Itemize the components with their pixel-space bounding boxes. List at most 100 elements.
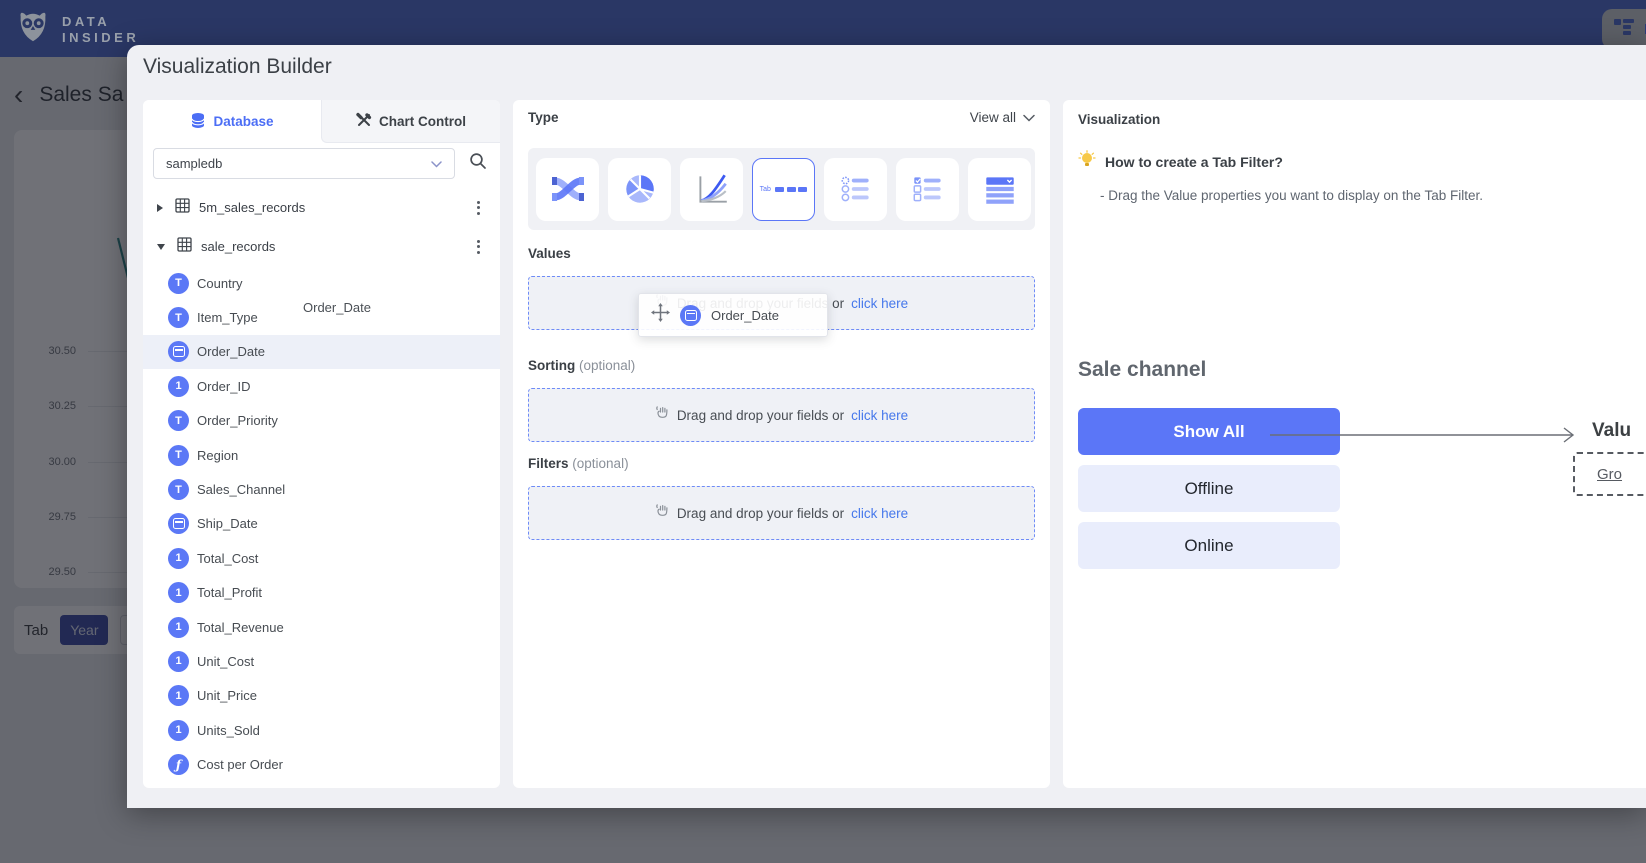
chart-type-pie[interactable] <box>608 158 671 221</box>
kebab-menu-icon[interactable] <box>477 240 480 254</box>
field-row[interactable]: Ship_Date <box>143 507 500 541</box>
radio-list-icon <box>837 170 875 208</box>
sorting-dropzone[interactable]: Drag and drop your fields or click here <box>528 388 1035 442</box>
date-field-icon <box>168 513 189 534</box>
field-label: Unit_Cost <box>197 654 254 669</box>
channel-button-offline[interactable]: Offline <box>1078 465 1340 512</box>
chart-type-sankey[interactable] <box>536 158 599 221</box>
field-label: Region <box>197 448 238 463</box>
number-field-icon: 1 <box>168 617 189 638</box>
field-row-highlighted[interactable]: Order_Date <box>143 335 500 369</box>
database-panel: Database Chart Control sampledb <box>143 100 500 788</box>
tip-body: - Drag the Value properties you want to … <box>1100 188 1483 203</box>
pie-icon <box>621 170 659 208</box>
field-row[interactable]: 1Total_Profit <box>143 576 500 610</box>
chart-type-tab-filter-selected[interactable]: Tab <box>752 158 815 221</box>
chevron-down-icon <box>431 156 442 171</box>
visualization-builder-modal: Visualization Builder Database <box>127 45 1646 808</box>
number-field-icon: 1 <box>168 685 189 706</box>
table-row-sale-records[interactable]: sale_records <box>143 227 500 266</box>
field-row[interactable]: 1 Units_Sold <box>143 713 500 747</box>
chart-type-radio-list[interactable] <box>824 158 887 221</box>
field-row[interactable]: 1Unit_Cost <box>143 644 500 678</box>
caret-down-icon[interactable] <box>157 244 165 250</box>
text-field-icon: T <box>168 273 189 294</box>
field-label: Order_ID <box>197 379 250 394</box>
view-all-button[interactable]: View all <box>970 110 1035 125</box>
drag-ghost-label: Order_Date <box>711 308 779 323</box>
chart-type-line[interactable] <box>680 158 743 221</box>
field-row[interactable]: T Sales_Channel <box>143 472 500 506</box>
values-section-label: Values <box>528 246 571 261</box>
chart-type-strip: Tab <box>528 148 1035 230</box>
drag-ghost-card[interactable]: Order_Date <box>638 293 828 337</box>
field-row[interactable]: 1Unit_Price <box>143 679 500 713</box>
field-row[interactable]: 1Total_Revenue <box>143 610 500 644</box>
table-icon <box>175 198 190 218</box>
drag-hand-icon <box>655 405 670 425</box>
field-row[interactable]: 1 Total_Cost <box>143 541 500 575</box>
visualization-header: Visualization <box>1078 112 1160 127</box>
owl-logo-icon <box>14 8 52 51</box>
field-tree: 5m_sales_records sale_records T Country T… <box>143 188 500 782</box>
tab-chart-control[interactable]: Chart Control <box>321 100 500 143</box>
text-field-icon: T <box>168 410 189 431</box>
filters-dropzone[interactable]: Drag and drop your fields or click here <box>528 486 1035 540</box>
annotation-group-link[interactable]: Gro <box>1597 466 1622 483</box>
dashboard-switcher-button[interactable]: D <box>1602 9 1646 49</box>
field-row[interactable]: TRegion <box>143 438 500 472</box>
date-field-icon <box>168 341 189 362</box>
table-label: sale_records <box>201 239 275 254</box>
field-label: Order_Priority <box>197 413 278 428</box>
tab-database-label: Database <box>213 114 273 129</box>
channel-button-online[interactable]: Online <box>1078 522 1340 569</box>
dashboard-grid-icon <box>1613 17 1635 42</box>
date-field-icon <box>680 305 701 326</box>
annotation-value-label: Valu <box>1592 420 1631 442</box>
chart-type-checkbox-list[interactable] <box>896 158 959 221</box>
field-row[interactable]: T Order_Priority <box>143 404 500 438</box>
move-icon <box>651 303 670 327</box>
dropzone-click-here-link[interactable]: click here <box>851 408 908 423</box>
text-field-icon: T <box>168 307 189 328</box>
table-chart-icon <box>981 170 1019 208</box>
modal-title: Visualization Builder <box>143 55 332 79</box>
tip-row: How to create a Tab Filter? <box>1078 150 1283 174</box>
search-icon[interactable] <box>469 152 487 175</box>
sankey-icon <box>549 171 587 207</box>
database-select[interactable]: sampledb <box>153 148 455 179</box>
caret-right-icon[interactable] <box>157 204 163 212</box>
drag-hand-icon <box>655 503 670 523</box>
kebab-menu-icon[interactable] <box>477 201 480 215</box>
field-label: Cost per Order <box>197 757 283 772</box>
dropzone-click-here-link[interactable]: click here <box>851 296 908 311</box>
field-label: Item_Type <box>197 310 258 325</box>
annotation-arrow <box>1268 423 1582 447</box>
tab-database[interactable]: Database <box>143 100 321 143</box>
dropzone-text: Drag and drop your fields or <box>677 506 844 521</box>
number-field-icon: 1 <box>168 548 189 569</box>
sorting-section-label: Sorting (optional) <box>528 358 635 373</box>
field-row[interactable]: ƒ Cost per Order <box>143 747 500 781</box>
tab-chart-control-label: Chart Control <box>379 114 466 129</box>
type-section-label: Type <box>528 110 559 125</box>
chart-type-table[interactable] <box>968 158 1031 221</box>
number-field-icon: 1 <box>168 720 189 741</box>
left-tab-bar: Database Chart Control <box>143 100 500 143</box>
text-field-icon: T <box>168 479 189 500</box>
field-label: Units_Sold <box>197 723 260 738</box>
dropzone-click-here-link[interactable]: click here <box>851 506 908 521</box>
field-row[interactable]: T Country <box>143 266 500 300</box>
chevron-down-icon <box>1023 110 1035 125</box>
field-row[interactable]: 1Order_ID <box>143 369 500 403</box>
field-label: Ship_Date <box>197 516 258 531</box>
function-field-icon: ƒ <box>168 754 189 775</box>
field-label: Sales_Channel <box>197 482 285 497</box>
field-label: Total_Cost <box>197 551 258 566</box>
database-select-value: sampledb <box>166 156 222 171</box>
brand: DATA INSIDER <box>14 8 139 51</box>
table-row-5m-sales-records[interactable]: 5m_sales_records <box>143 188 500 227</box>
line-chart-icon <box>693 170 731 208</box>
preview-title: Sale channel <box>1078 358 1206 382</box>
field-label: Country <box>197 276 243 291</box>
